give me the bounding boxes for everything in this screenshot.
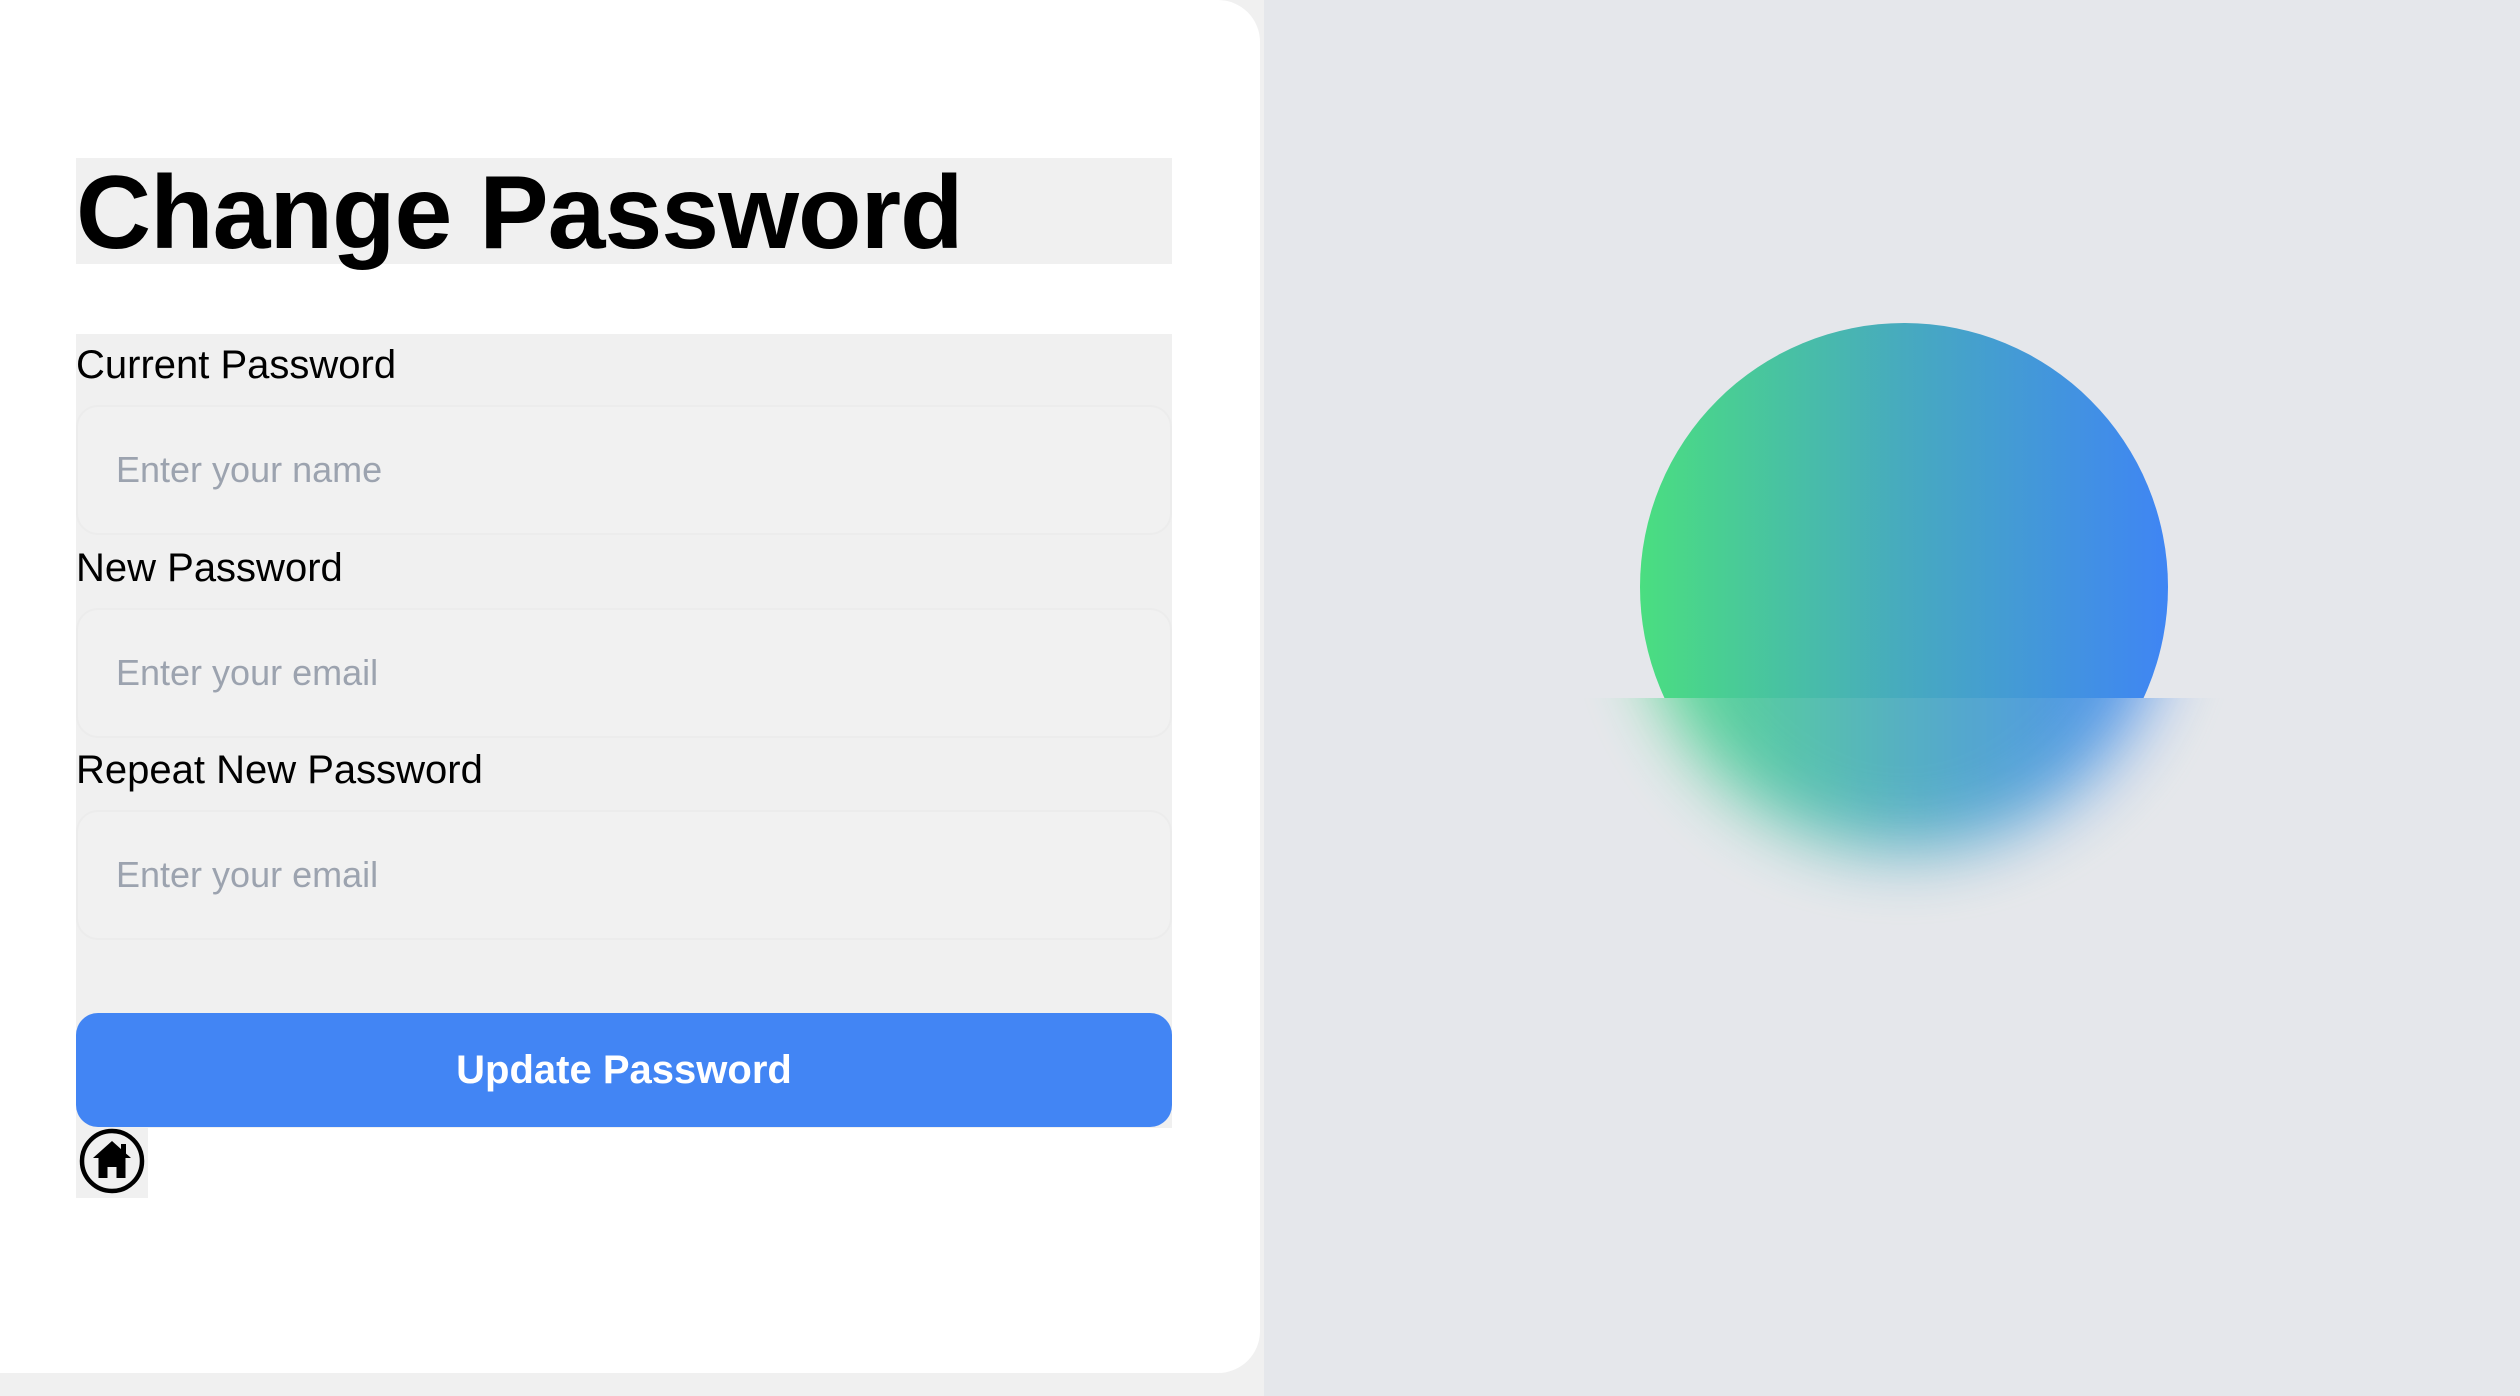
form-card: Change Password Current Password New Pas… — [0, 0, 1260, 1373]
repeat-password-label: Repeat New Password — [76, 748, 483, 792]
new-password-input[interactable] — [76, 608, 1172, 738]
new-password-label: New Password — [76, 546, 343, 590]
change-password-page: Change Password Current Password New Pas… — [0, 0, 2520, 1396]
home-icon — [79, 1128, 145, 1199]
current-password-label: Current Password — [76, 343, 397, 387]
page-title: Change Password — [76, 155, 964, 271]
illustration-panel — [1264, 0, 2520, 1396]
current-password-input[interactable] — [76, 405, 1172, 535]
repeat-password-input[interactable] — [76, 810, 1172, 940]
home-button[interactable] — [76, 1128, 148, 1198]
update-password-button[interactable]: Update Password — [76, 1013, 1172, 1127]
